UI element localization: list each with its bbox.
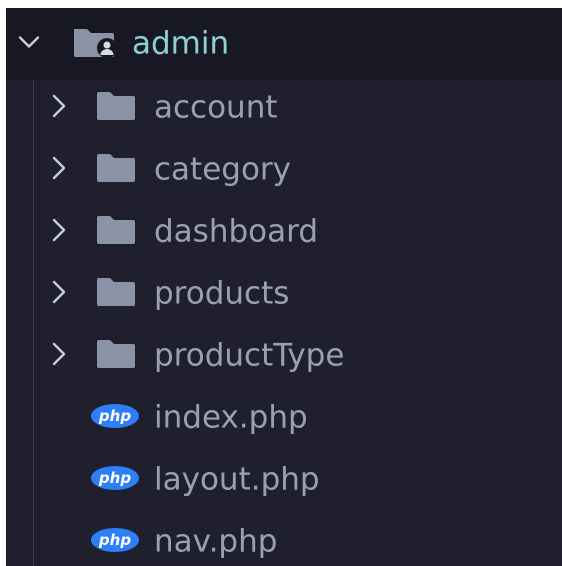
folder-icon [96,91,136,125]
tree-folder-row[interactable]: products [6,263,562,325]
svg-text:php: php [98,407,131,425]
folder-admin-open-icon [72,25,120,63]
tree-file-row[interactable]: php nav.php [6,511,562,566]
tree-file-row[interactable]: php index.php [6,387,562,449]
php-file-icon: php [90,465,140,495]
folder-icon [96,215,136,249]
chevron-down-icon[interactable] [18,35,40,54]
tree-item-label: productType [154,337,345,374]
php-file-icon: php [90,527,140,557]
chevron-right-icon[interactable] [52,218,66,246]
tree-item-label: layout.php [154,461,320,498]
tree-item-label: category [154,151,292,188]
tree-root-row[interactable]: admin [6,8,562,80]
chevron-right-icon[interactable] [52,156,66,184]
tree-item-label: products [154,275,290,312]
folder-icon [96,339,136,373]
tree-folder-row[interactable]: dashboard [6,201,562,263]
tree-folder-row[interactable]: category [6,139,562,201]
chevron-right-icon[interactable] [52,94,66,122]
tree-item-label: nav.php [154,523,278,560]
tree-file-row[interactable]: php layout.php [6,449,562,511]
svg-text:php: php [98,531,131,549]
tree-folder-row[interactable]: account [6,77,562,139]
php-file-icon: php [90,403,140,433]
svg-text:php: php [98,469,131,487]
tree-folder-row[interactable]: productType [6,325,562,387]
chevron-right-icon[interactable] [52,342,66,370]
folder-icon [96,277,136,311]
chevron-right-icon[interactable] [52,280,66,308]
tree-item-label: index.php [154,399,308,436]
tree-item-label: dashboard [154,213,318,250]
tree-root-label: admin [132,25,230,62]
tree-item-label: account [154,89,278,126]
file-explorer: admin account category dashboard products pr… [6,8,562,566]
folder-icon [96,153,136,187]
